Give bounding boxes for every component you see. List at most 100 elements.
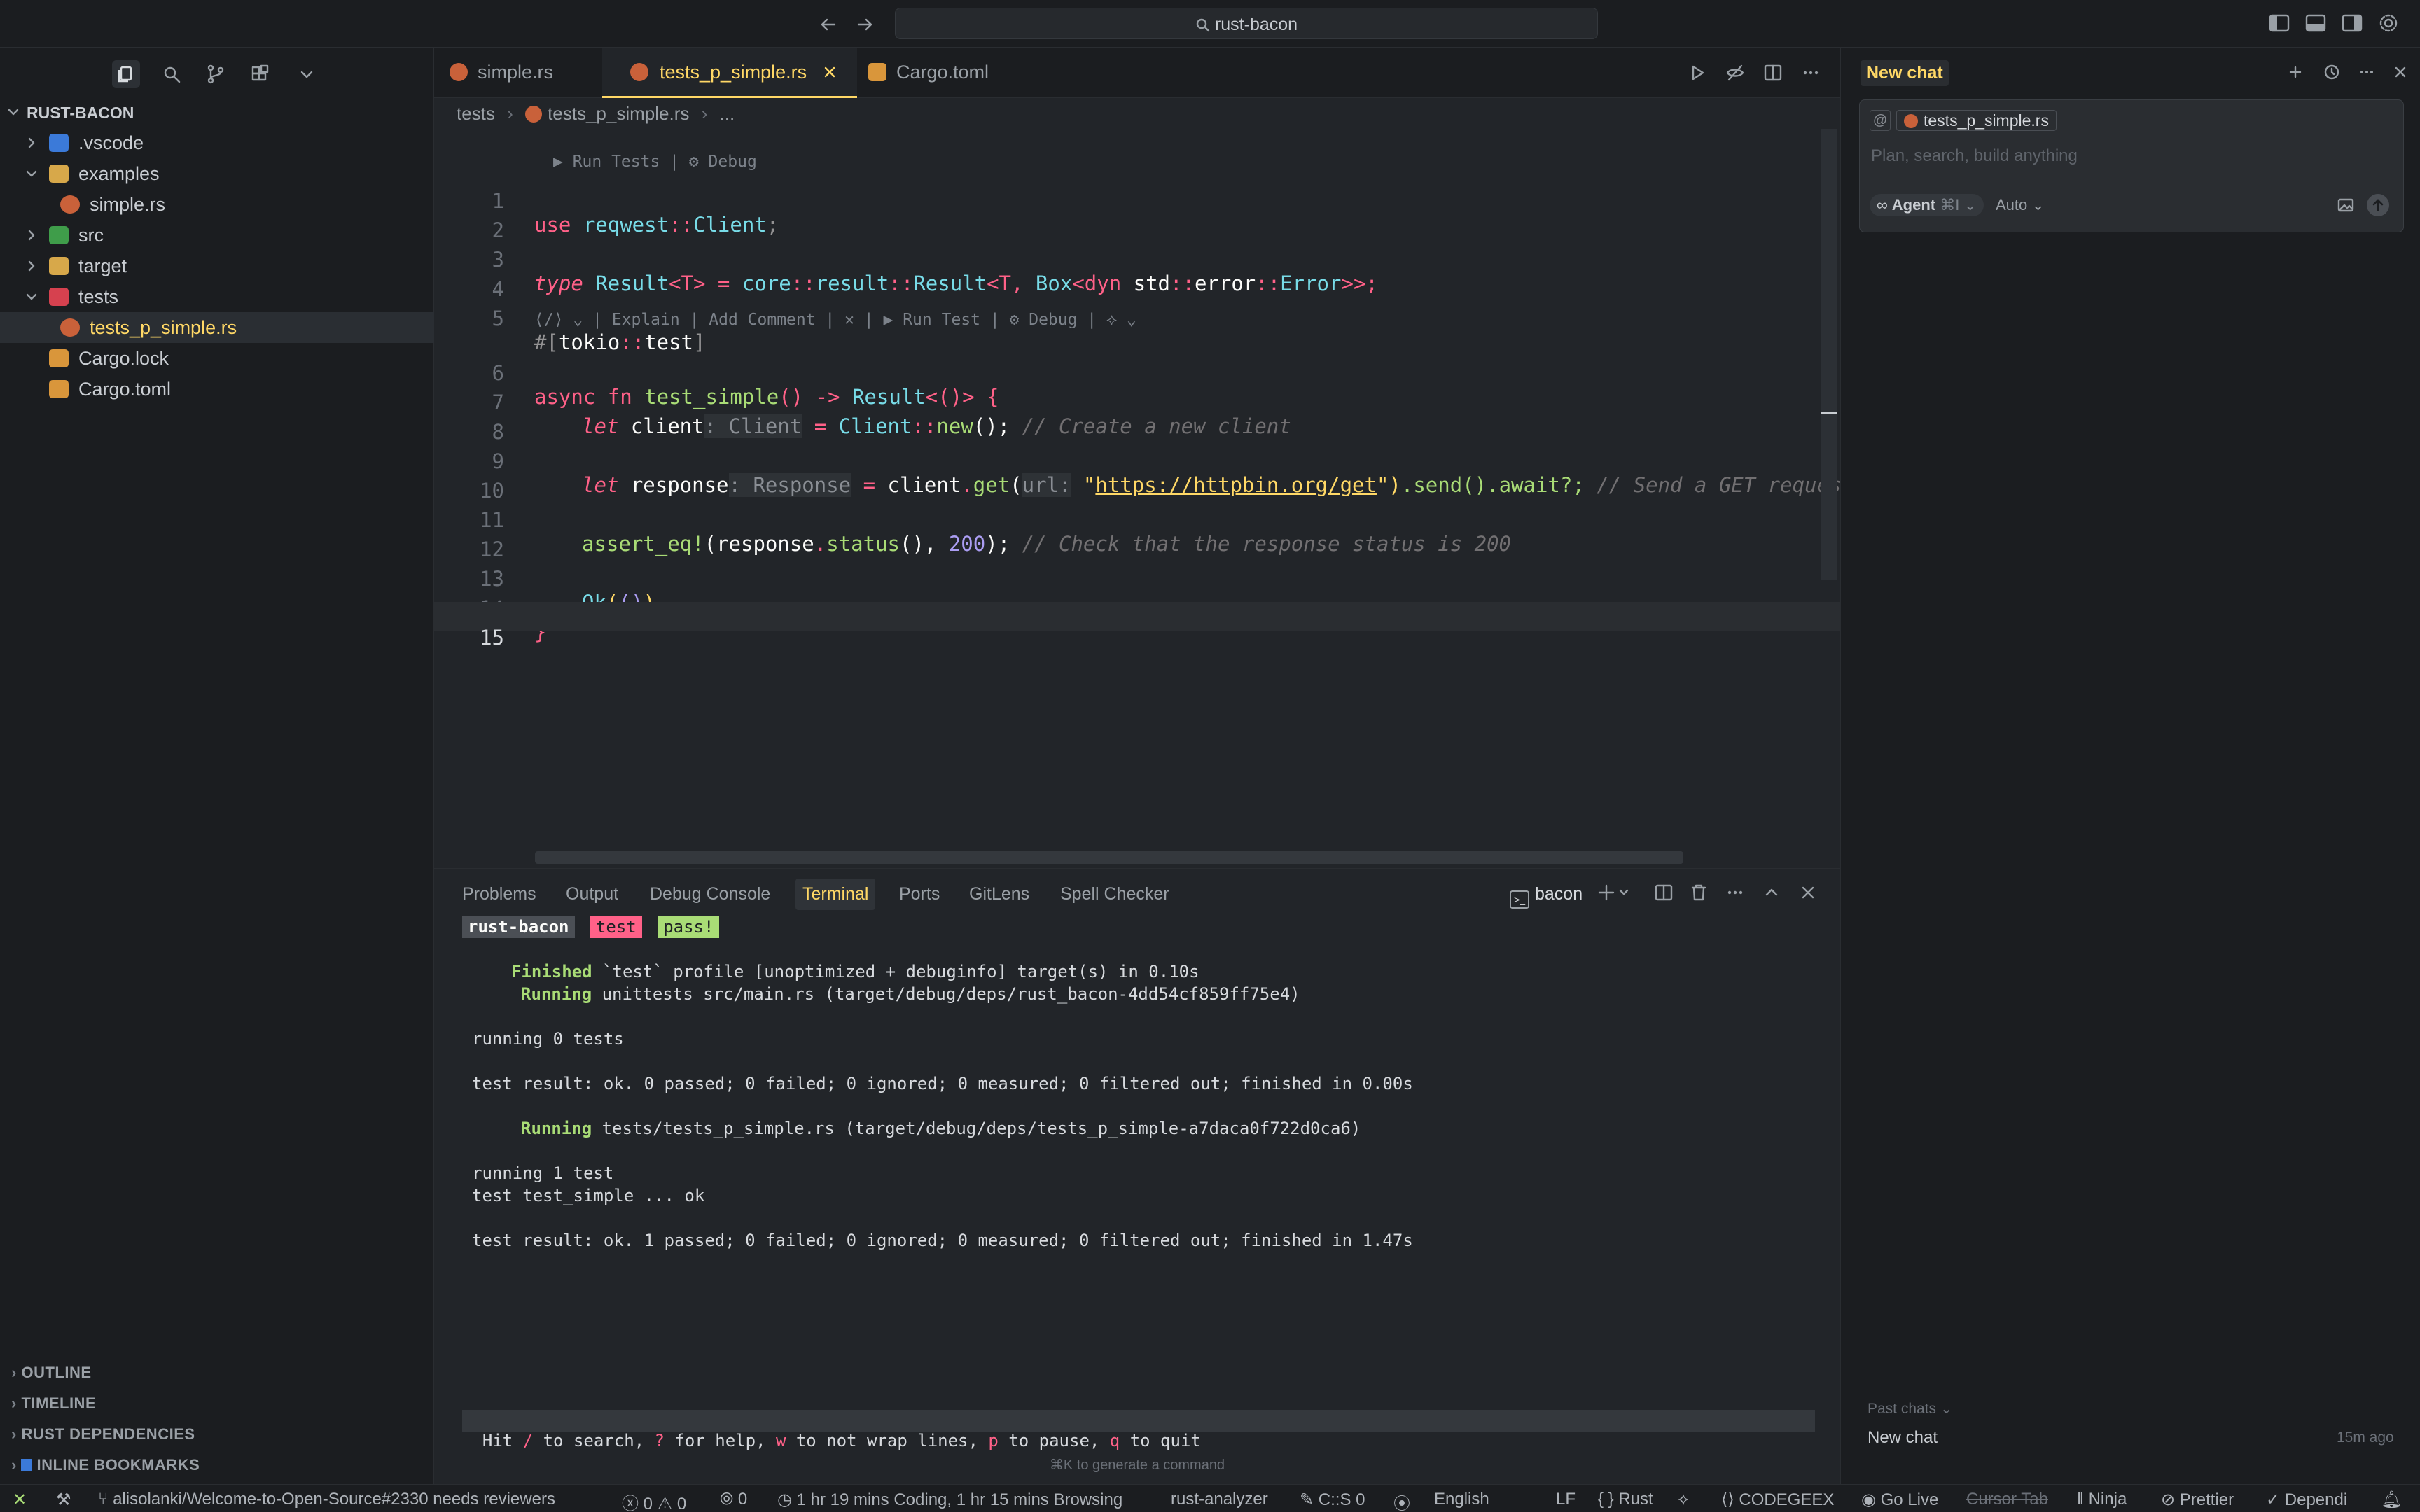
panel-tab-problems[interactable]: Problems	[462, 884, 536, 904]
context-file-pill[interactable]: tests_p_simple.rs	[1896, 110, 2057, 131]
section-rust-dependencies[interactable]: › RUST DEPENDENCIES	[11, 1425, 195, 1443]
rust-analyzer-status[interactable]: rust-analyzer	[1171, 1490, 1268, 1509]
settings-gear-icon[interactable]	[2377, 11, 2400, 35]
more-actions-icon[interactable]	[2356, 62, 2377, 83]
tree-item-vscode[interactable]: .vscode	[0, 127, 434, 158]
more-actions-icon[interactable]	[1800, 62, 1822, 84]
inline-hints-toggle-icon[interactable]	[1724, 62, 1746, 84]
cursor-tab-status[interactable]: Cursor Tab	[1966, 1490, 2048, 1509]
bottom-panel: Problems Output Debug Console Terminal P…	[434, 868, 1840, 1484]
forward-arrow-icon[interactable]	[854, 14, 875, 35]
tree-item-target[interactable]: target	[0, 251, 434, 281]
chevron-down-icon	[24, 165, 39, 182]
panel-tab-spell-checker[interactable]: Spell Checker	[1060, 884, 1169, 904]
chat-input-placeholder[interactable]: Plan, search, build anything	[1871, 146, 2078, 166]
new-chat-plus-icon[interactable]	[2285, 62, 2306, 83]
broadcast-icon[interactable]: ⦿	[1393, 1490, 1410, 1512]
back-arrow-icon[interactable]	[818, 14, 839, 35]
tree-item-tests[interactable]: tests	[0, 281, 434, 312]
chat-composer[interactable]: @ tests_p_simple.rs Plan, search, build …	[1859, 99, 2404, 232]
tab-cargo-toml[interactable]: Cargo.toml	[857, 48, 1018, 98]
tree-item-cargo-lock[interactable]: Cargo.lock	[0, 343, 434, 374]
more-views-chevron-icon[interactable]	[293, 60, 321, 88]
spell-language-status[interactable]: English	[1434, 1490, 1489, 1509]
maximize-panel-chevron-up-icon[interactable]	[1760, 881, 1783, 904]
wakatime-status[interactable]: ◷ 1 hr 19 mins Coding, 1 hr 15 mins Brow…	[777, 1490, 1122, 1510]
terminal-selector[interactable]: >_ bacon	[1510, 884, 1583, 909]
panel-tab-gitlens[interactable]: GitLens	[969, 884, 1029, 904]
split-terminal-icon[interactable]	[1653, 881, 1675, 904]
kill-terminal-trash-icon[interactable]	[1688, 881, 1710, 904]
ninja-status[interactable]: ‖ Ninja	[2077, 1490, 2127, 1509]
panel-tab-terminal[interactable]: Terminal	[795, 878, 876, 910]
cs-status[interactable]: ✎ C::S 0	[1300, 1490, 1365, 1510]
more-actions-icon[interactable]	[1724, 881, 1746, 904]
section-inline-bookmarks[interactable]: › INLINE BOOKMARKS	[11, 1456, 200, 1474]
section-outline[interactable]: › OUTLINE	[11, 1364, 92, 1382]
context-file-label: tests_p_simple.rs	[1924, 111, 2049, 130]
tree-item-src[interactable]: src	[0, 220, 434, 251]
vscode-folder-icon	[49, 134, 69, 152]
codelens-fn-actions[interactable]: ⟨/⟩ ⌄ | Explain | Add Comment | ✕ | ▶ Ru…	[534, 311, 1136, 329]
formatter-icon[interactable]: ⟡	[1678, 1490, 1689, 1509]
tab-tests-p-simple-rs[interactable]: tests_p_simple.rs	[602, 48, 857, 98]
tab-simple-rs[interactable]: simple.rs	[434, 48, 602, 98]
send-arrow-icon[interactable]	[2367, 194, 2389, 216]
terminal-icon: >_	[1510, 890, 1529, 909]
explorer-files-icon[interactable]	[112, 60, 140, 88]
toggle-primary-sidebar-icon[interactable]	[2267, 11, 2291, 35]
codegeex-status[interactable]: ⟨⟩ CODEGEEX	[1721, 1490, 1834, 1510]
command-center-search[interactable]: rust-bacon	[895, 8, 1598, 39]
ports-status[interactable]: ⦾ 0	[720, 1490, 747, 1509]
model-selector[interactable]: Auto ⌄	[1996, 194, 2045, 216]
problems-status[interactable]: ⓧ 0 ⚠ 0	[622, 1490, 686, 1512]
section-timeline[interactable]: › TIMELINE	[11, 1394, 96, 1413]
editor-horizontal-scrollbar[interactable]	[535, 851, 1683, 864]
notifications-bell-icon[interactable]: 🔔︎	[2381, 1490, 2402, 1510]
attach-image-icon[interactable]	[2336, 195, 2356, 215]
toggle-secondary-sidebar-icon[interactable]	[2340, 11, 2364, 35]
status-bar: ✕ ⚒ ⑂ alisolanki/Welcome-to-Open-Source#…	[0, 1484, 2420, 1512]
explorer-root[interactable]: RUST-BACON	[0, 97, 434, 127]
extensions-icon[interactable]	[246, 60, 274, 88]
panel-tab-output[interactable]: Output	[566, 884, 618, 904]
chat-history-icon[interactable]	[2321, 62, 2342, 83]
prettier-status[interactable]: ⊘ Prettier	[2161, 1490, 2234, 1510]
breadcrumb-file[interactable]: tests_p_simple.rs	[548, 103, 689, 124]
past-chat-item[interactable]: New chat	[1868, 1428, 1938, 1448]
tools-icon[interactable]: ⚒	[56, 1490, 71, 1510]
chat-tab-new-chat[interactable]: New chat	[1861, 60, 1949, 86]
run-play-icon[interactable]	[1686, 62, 1709, 84]
remote-icon[interactable]: ✕	[13, 1490, 27, 1510]
agent-mode-selector[interactable]: ∞ Agent ⌘I ⌄	[1870, 194, 1984, 216]
breadcrumb-folder[interactable]: tests	[457, 103, 495, 124]
close-panel-icon[interactable]	[1797, 881, 1819, 904]
split-editor-icon[interactable]	[1762, 62, 1784, 84]
search-icon[interactable]	[158, 60, 186, 88]
source-control-icon[interactable]	[202, 60, 230, 88]
new-terminal-plus-icon[interactable]	[1597, 881, 1636, 904]
explorer-root-label: RUST-BACON	[27, 104, 134, 122]
tree-item-cargo-toml[interactable]: Cargo.toml	[0, 374, 434, 405]
code-editor[interactable]: ▶ Run Tests | ⚙ Debug 1 use reqwest::Cli…	[434, 153, 1890, 839]
pull-request-status[interactable]: ⑂ alisolanki/Welcome-to-Open-Source#2330…	[98, 1490, 555, 1509]
tree-item-simple-rs[interactable]: simple.rs	[0, 189, 434, 220]
panel-tab-ports[interactable]: Ports	[899, 884, 940, 904]
tree-item-tests-p-simple-rs[interactable]: tests_p_simple.rs	[0, 312, 434, 343]
eol-status[interactable]: LF	[1556, 1490, 1576, 1509]
tree-item-examples[interactable]: examples	[0, 158, 434, 189]
rust-file-icon	[60, 318, 80, 337]
breadcrumb-more[interactable]: ...	[720, 103, 735, 124]
past-chats-header[interactable]: Past chats ⌄	[1868, 1400, 1953, 1418]
close-tab-icon[interactable]	[821, 63, 839, 81]
language-mode-status[interactable]: { } Rust	[1598, 1490, 1653, 1509]
panel-tab-debug-console[interactable]: Debug Console	[650, 884, 770, 904]
editor-vertical-scrollbar[interactable]	[1821, 129, 1837, 580]
toggle-panel-icon[interactable]	[2304, 11, 2328, 35]
dependi-status[interactable]: ✓ Dependi	[2266, 1490, 2347, 1510]
chevron-right-icon: ›	[11, 1364, 22, 1381]
mention-at-icon[interactable]: @	[1870, 110, 1891, 131]
tree-item-label: target	[78, 255, 127, 276]
close-chat-icon[interactable]	[2390, 62, 2411, 83]
go-live-status[interactable]: ◉ Go Live	[1861, 1490, 1938, 1510]
